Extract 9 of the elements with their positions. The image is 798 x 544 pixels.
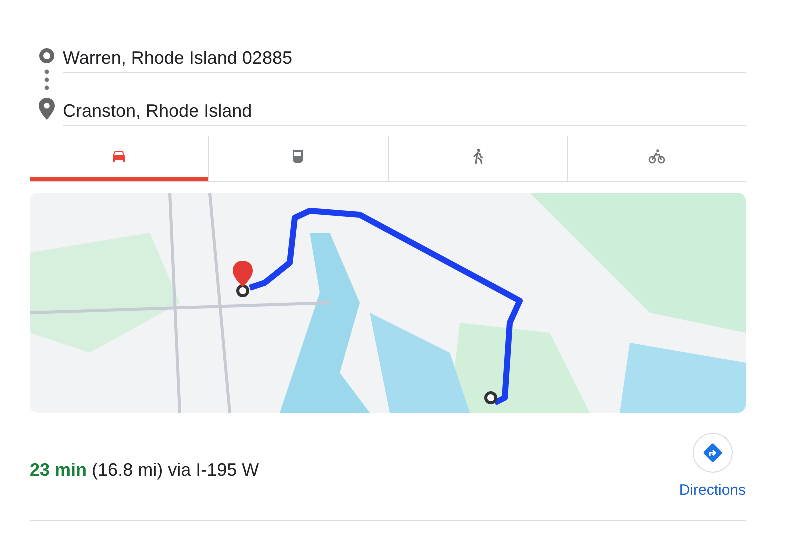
origin-field[interactable]: Warren, Rhode Island 02885 bbox=[63, 44, 746, 73]
duration-text: 23 min bbox=[30, 460, 88, 480]
origin-circle-icon bbox=[38, 48, 54, 64]
pin-icon bbox=[38, 98, 54, 120]
bicycle-icon bbox=[648, 148, 666, 166]
destination-field[interactable]: Cranston, Rhode Island bbox=[63, 97, 746, 126]
route-details: (16.8 mi) via I-195 W bbox=[92, 460, 260, 480]
directions-button[interactable] bbox=[692, 433, 733, 473]
directions-link[interactable]: Directions bbox=[679, 480, 746, 502]
